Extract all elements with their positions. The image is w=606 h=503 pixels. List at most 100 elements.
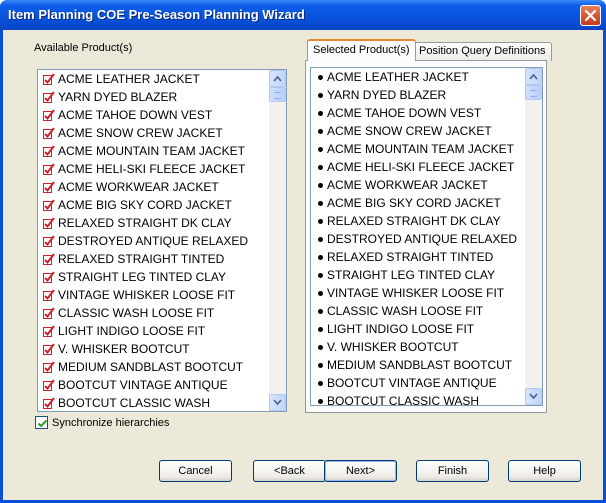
list-item[interactable]: V. WHISKER BOOTCUT: [38, 340, 269, 358]
list-item-label: BOOTCUT VINTAGE ANTIQUE: [58, 378, 228, 392]
list-item[interactable]: ACME TAHOE DOWN VEST: [311, 104, 525, 122]
list-item[interactable]: DESTROYED ANTIQUE RELAXED: [311, 230, 525, 248]
synchronize-label: Synchronize hierarchies: [52, 416, 170, 429]
checkmark-edit-icon: [43, 109, 55, 121]
list-item[interactable]: ACME LEATHER JACKET: [38, 70, 269, 88]
title-bar[interactable]: Item Planning COE Pre-Season Planning Wi…: [0, 0, 606, 30]
list-item[interactable]: ACME WORKWEAR JACKET: [38, 178, 269, 196]
list-item[interactable]: CLASSIC WASH LOOSE FIT: [38, 304, 269, 322]
chevron-down-icon: [529, 393, 538, 400]
list-item-label: BOOTCUT VINTAGE ANTIQUE: [327, 376, 497, 390]
list-item-label: YARN DYED BLAZER: [327, 88, 447, 102]
list-item[interactable]: ACME SNOW CREW JACKET: [311, 122, 525, 140]
list-item[interactable]: STRAIGHT LEG TINTED CLAY: [311, 266, 525, 284]
list-item[interactable]: BOOTCUT VINTAGE ANTIQUE: [311, 374, 525, 392]
next-button[interactable]: Next>: [324, 460, 397, 482]
bullet-icon: [318, 74, 323, 80]
list-item[interactable]: BOOTCUT CLASSIC WASH: [38, 394, 269, 411]
synchronize-checkbox[interactable]: [35, 416, 48, 429]
list-item[interactable]: RELAXED STRAIGHT TINTED: [38, 250, 269, 268]
checkmark-edit-icon: [43, 271, 55, 283]
list-item-label: ACME MOUNTAIN TEAM JACKET: [58, 144, 245, 158]
list-item-label: ACME HELI-SKI FLEECE JACKET: [58, 162, 246, 176]
dialog-body: Available Product(s) ACME LEATHER JACKET…: [3, 30, 603, 500]
list-item-label: BOOTCUT CLASSIC WASH: [327, 394, 480, 405]
bullet-icon: [318, 290, 323, 296]
list-item[interactable]: DESTROYED ANTIQUE RELAXED: [38, 232, 269, 250]
list-item-label: ACME BIG SKY CORD JACKET: [327, 196, 501, 210]
available-scrollbar[interactable]: [269, 70, 286, 411]
checkmark-edit-icon: [43, 235, 55, 247]
list-item-label: CLASSIC WASH LOOSE FIT: [327, 304, 484, 318]
list-item[interactable]: CLASSIC WASH LOOSE FIT: [311, 302, 525, 320]
list-item[interactable]: BOOTCUT CLASSIC WASH: [311, 392, 525, 405]
list-item[interactable]: LIGHT INDIGO LOOSE FIT: [38, 322, 269, 340]
checkmark-edit-icon: [43, 361, 55, 373]
list-item[interactable]: LIGHT INDIGO LOOSE FIT: [311, 320, 525, 338]
list-item[interactable]: VINTAGE WHISKER LOOSE FIT: [38, 286, 269, 304]
scroll-down-button[interactable]: [269, 394, 286, 411]
available-products-list[interactable]: ACME LEATHER JACKET YARN DYED BLAZER ACME …: [37, 69, 287, 412]
checkmark-edit-icon: [43, 91, 55, 103]
list-item-label: VINTAGE WHISKER LOOSE FIT: [327, 286, 505, 300]
tab-position-query-definitions[interactable]: Position Query Definitions: [413, 42, 552, 61]
available-items: ACME LEATHER JACKET YARN DYED BLAZER ACME …: [38, 70, 269, 411]
back-button[interactable]: <Back: [253, 460, 326, 482]
list-item-label: ACME TAHOE DOWN VEST: [327, 106, 482, 120]
list-item[interactable]: ACME BIG SKY CORD JACKET: [38, 196, 269, 214]
scroll-up-button[interactable]: [525, 68, 542, 85]
selected-products-list[interactable]: ACME LEATHER JACKET YARN DYED BLAZER ACME …: [310, 67, 543, 406]
list-item-label: VINTAGE WHISKER LOOSE FIT: [58, 288, 236, 302]
close-button[interactable]: [580, 5, 601, 26]
bullet-icon: [318, 146, 323, 152]
list-item-label: ACME WORKWEAR JACKET: [327, 178, 488, 192]
chevron-up-icon: [273, 75, 282, 82]
list-item-label: ACME LEATHER JACKET: [327, 70, 469, 84]
list-item[interactable]: BOOTCUT VINTAGE ANTIQUE: [38, 376, 269, 394]
synchronize-hierarchies[interactable]: Synchronize hierarchies: [35, 416, 169, 429]
bullet-icon: [318, 272, 323, 278]
list-item[interactable]: ACME TAHOE DOWN VEST: [38, 106, 269, 124]
list-item-label: LIGHT INDIGO LOOSE FIT: [327, 322, 475, 336]
list-item[interactable]: MEDIUM SANDBLAST BOOTCUT: [38, 358, 269, 376]
list-item[interactable]: ACME HELI-SKI FLEECE JACKET: [311, 158, 525, 176]
help-button[interactable]: Help: [508, 460, 581, 482]
list-item[interactable]: YARN DYED BLAZER: [311, 86, 525, 104]
list-item-label: ACME HELI-SKI FLEECE JACKET: [327, 160, 515, 174]
list-item[interactable]: MEDIUM SANDBLAST BOOTCUT: [311, 356, 525, 374]
selected-scrollbar[interactable]: [525, 68, 542, 405]
list-item[interactable]: STRAIGHT LEG TINTED CLAY: [38, 268, 269, 286]
scroll-up-button[interactable]: [269, 70, 286, 87]
cancel-button[interactable]: Cancel: [159, 460, 232, 482]
list-item[interactable]: RELAXED STRAIGHT TINTED: [311, 248, 525, 266]
finish-button[interactable]: Finish: [416, 460, 489, 482]
checkmark-edit-icon: [43, 343, 55, 355]
bullet-icon: [318, 326, 323, 332]
scroll-thumb[interactable]: [525, 85, 542, 100]
list-item-label: MEDIUM SANDBLAST BOOTCUT: [327, 358, 513, 372]
chevron-down-icon: [273, 399, 282, 406]
tab-selected-products[interactable]: Selected Product(s): [307, 39, 416, 61]
list-item[interactable]: YARN DYED BLAZER: [38, 88, 269, 106]
bullet-icon: [318, 362, 323, 368]
list-item[interactable]: ACME LEATHER JACKET: [311, 68, 525, 86]
list-item[interactable]: ACME HELI-SKI FLEECE JACKET: [38, 160, 269, 178]
scroll-down-button[interactable]: [525, 388, 542, 405]
list-item[interactable]: V. WHISKER BOOTCUT: [311, 338, 525, 356]
list-item[interactable]: VINTAGE WHISKER LOOSE FIT: [311, 284, 525, 302]
list-item-label: ACME WORKWEAR JACKET: [58, 180, 219, 194]
checkmark-edit-icon: [43, 289, 55, 301]
list-item[interactable]: ACME MOUNTAIN TEAM JACKET: [38, 142, 269, 160]
list-item[interactable]: ACME BIG SKY CORD JACKET: [311, 194, 525, 212]
list-item[interactable]: ACME MOUNTAIN TEAM JACKET: [311, 140, 525, 158]
list-item[interactable]: ACME SNOW CREW JACKET: [38, 124, 269, 142]
list-item[interactable]: ACME WORKWEAR JACKET: [311, 176, 525, 194]
bullet-icon: [318, 182, 323, 188]
close-icon: [584, 9, 597, 22]
bullet-icon: [318, 218, 323, 224]
scroll-thumb[interactable]: [269, 87, 286, 102]
list-item-label: ACME MOUNTAIN TEAM JACKET: [327, 142, 514, 156]
list-item[interactable]: RELAXED STRAIGHT DK CLAY: [38, 214, 269, 232]
list-item[interactable]: RELAXED STRAIGHT DK CLAY: [311, 212, 525, 230]
list-item-label: CLASSIC WASH LOOSE FIT: [58, 306, 215, 320]
